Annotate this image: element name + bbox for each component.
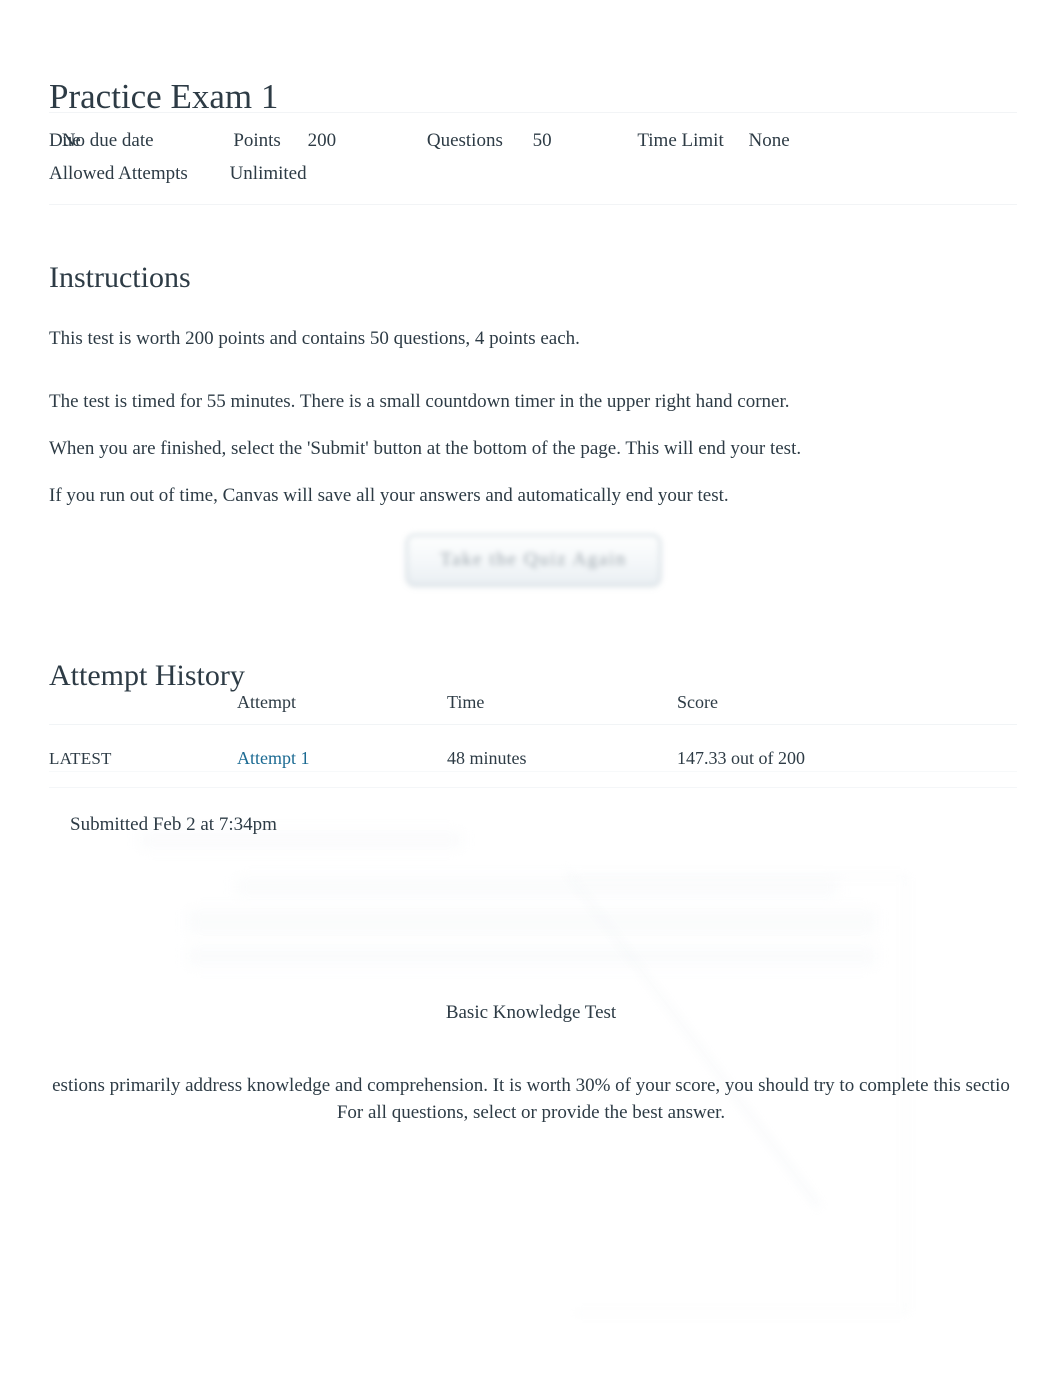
quiz-section-description: estions primarily address knowledge and … [0,1072,1062,1126]
questions-label: Questions [426,130,503,151]
points-label: Points [233,130,281,151]
attempt-history-table: Attempt Time Score LATEST Attempt 1 48 m… [49,692,1017,769]
attempt-link[interactable]: Attempt 1 [237,748,310,768]
attempt-history-row-divider [49,771,1017,772]
column-header-score: Score [677,692,718,712]
quiz-meta-row-2: Allowed Attempts Unlimited [49,157,1017,190]
quiz-description-line-2: For all questions, select or provide the… [336,1102,726,1123]
meta-divider-bottom [49,204,1017,205]
instructions-paragraph: The test is timed for 55 minutes. There … [49,391,790,412]
questions-value: 50 [532,130,552,151]
cell-time: 48 minutes [447,748,527,768]
instructions-heading: Instructions [49,260,191,294]
instructions-paragraph: This test is worth 200 points and contai… [49,328,580,349]
attempt-history-heading: Attempt History [49,658,245,692]
take-quiz-again-button[interactable]: Take the Quiz Again [406,534,661,586]
ghost-box-2 [188,946,876,966]
ghost-diagonal-line [565,870,821,1208]
cell-kept: LATEST [49,730,237,769]
time-limit-label: Time Limit [637,130,724,151]
column-header-kept [49,692,237,730]
due-value: No due date [61,130,154,151]
table-row: LATEST Attempt 1 48 minutes 147.33 out o… [49,730,1017,769]
take-quiz-again-button-wrapper: Take the Quiz Again [406,534,661,586]
quiz-meta: Due No due date Points 200 Questions 50 … [49,124,1017,190]
instructions-paragraph: If you run out of time, Canvas will save… [49,485,729,506]
quiz-description-line-1: estions primarily address knowledge and … [52,1075,1010,1096]
allowed-attempts-label: Allowed Attempts [49,163,188,184]
column-header-attempt: Attempt [237,692,296,712]
ghost-box-3 [236,878,838,896]
attempt-history-bottom-divider [49,787,1017,788]
instructions-paragraph: When you are finished, select the 'Submi… [49,438,802,459]
cell-score: 147.33 out of 200 [677,748,805,768]
quiz-meta-row-1: Due No due date Points 200 Questions 50 … [49,124,1017,157]
ghost-box-1 [188,910,876,934]
column-header-time: Time [447,692,485,712]
quiz-section-title: Basic Knowledge Test [445,1002,617,1023]
table-header-row: Attempt Time Score [49,692,1017,730]
allowed-attempts-value: Unlimited [229,163,307,184]
latest-badge: LATEST [49,749,112,768]
quiz-page: Practice Exam 1 Due No due date Points 2… [0,0,1062,1377]
submitted-timestamp: Submitted Feb 2 at 7:34pm [70,814,277,835]
points-value: 200 [307,130,337,151]
cell-attempt: Attempt 1 [237,730,447,769]
meta-divider-top [49,112,1017,113]
time-limit-value: None [748,130,790,151]
